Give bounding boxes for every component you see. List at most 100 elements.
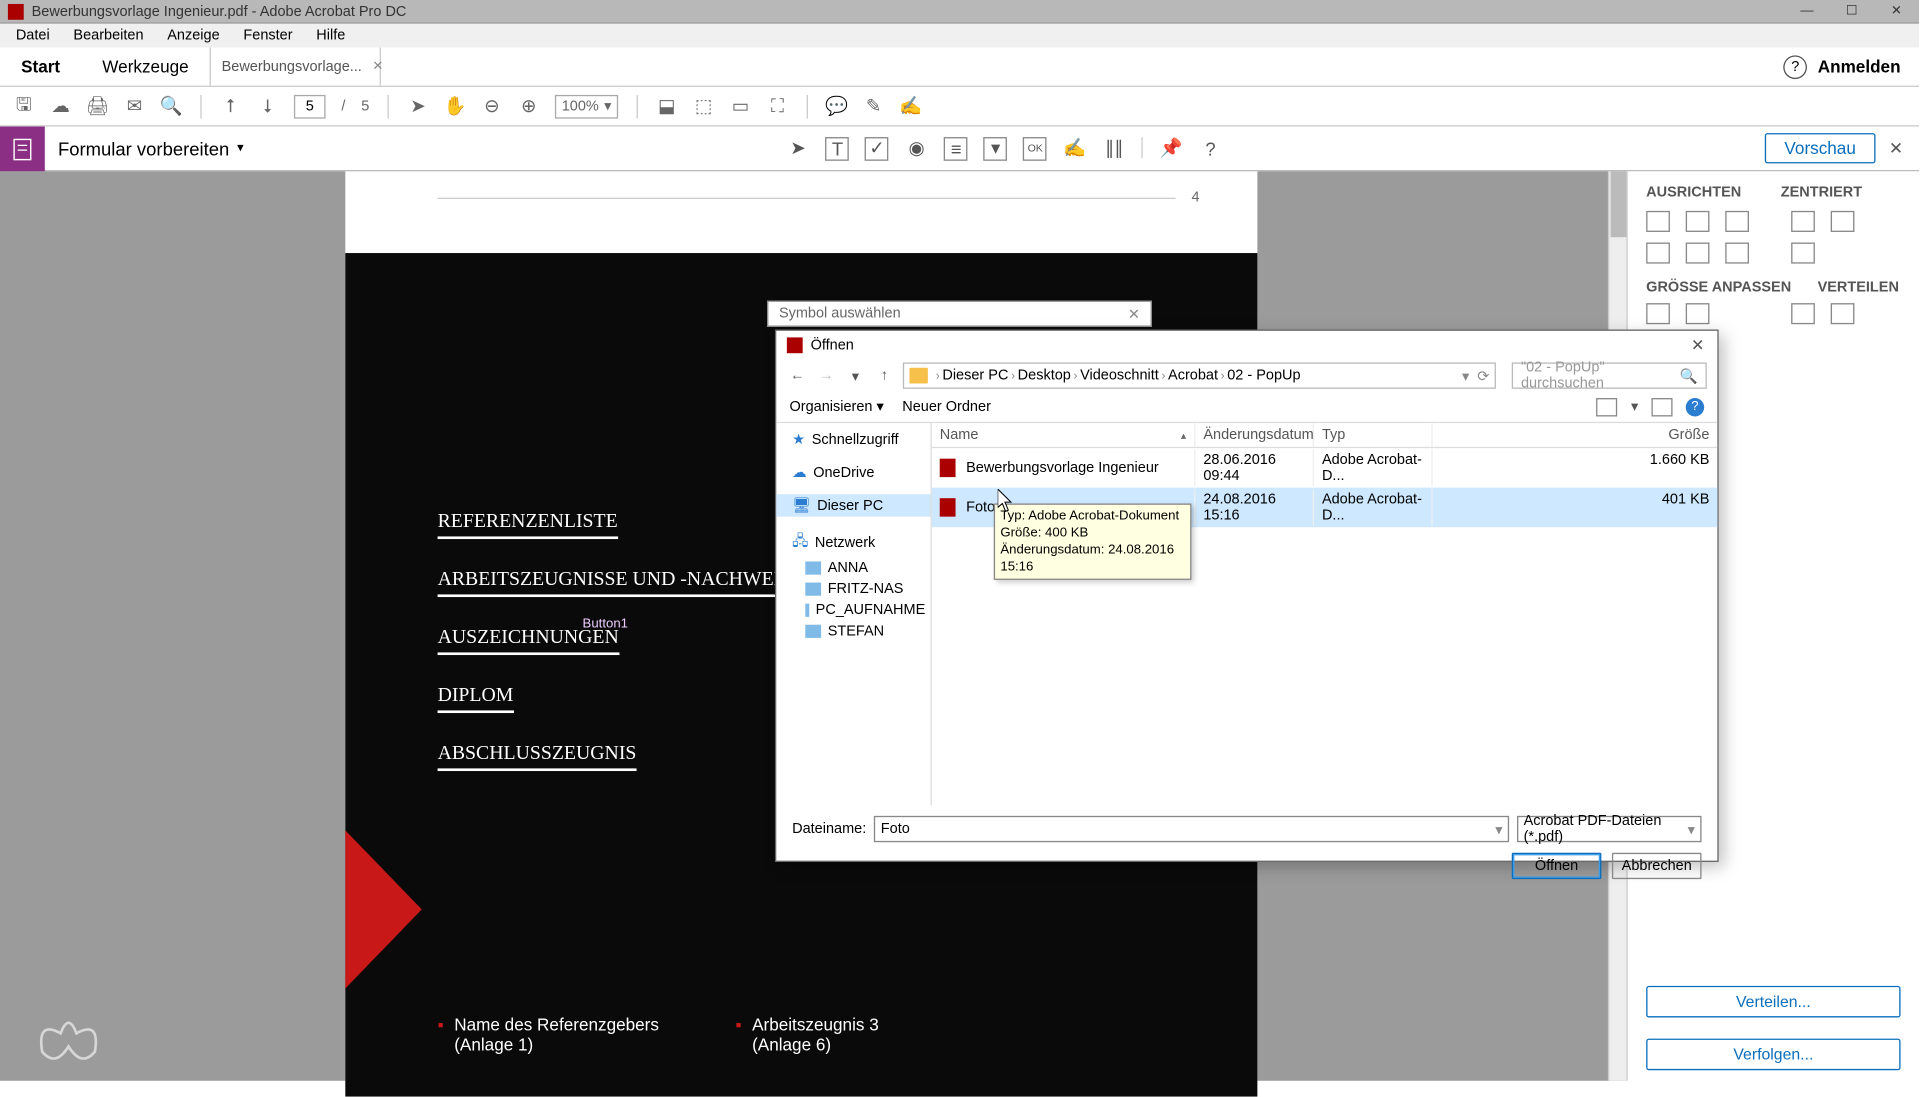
- tree-quickaccess[interactable]: ★Schnellzugriff: [776, 428, 930, 450]
- close-panel-button[interactable]: ✕: [1889, 138, 1903, 159]
- pointer-icon[interactable]: ➤: [408, 96, 429, 117]
- preview-button[interactable]: Vorschau: [1765, 133, 1876, 163]
- crumb-videoschnitt[interactable]: Videoschnitt: [1080, 368, 1159, 384]
- distribute-h-icon[interactable]: [1791, 303, 1815, 324]
- open-dialog-close-icon[interactable]: ✕: [1678, 336, 1718, 354]
- col-header-size[interactable]: Größe: [1433, 423, 1718, 447]
- match-width-icon[interactable]: [1646, 303, 1670, 324]
- tree-node-anna[interactable]: ANNA: [776, 558, 930, 579]
- cancel-button[interactable]: Abbrechen: [1612, 853, 1702, 879]
- dialog-help-icon[interactable]: ?: [1686, 397, 1704, 415]
- barcode-field-icon[interactable]: ∥∥: [1102, 136, 1126, 160]
- help-panel-icon[interactable]: ?: [1199, 136, 1223, 160]
- crumb-popup[interactable]: 02 - PopUp: [1227, 368, 1300, 384]
- file-row[interactable]: Bewerbungsvorlage Ingenieur 28.06.2016 0…: [932, 448, 1718, 488]
- center-h-icon[interactable]: [1791, 211, 1815, 232]
- selection-tool-icon[interactable]: ➤: [786, 136, 810, 160]
- signature-field-icon[interactable]: ✍: [1063, 136, 1087, 160]
- tree-onedrive[interactable]: ☁OneDrive: [776, 461, 930, 483]
- match-height-icon[interactable]: [1686, 303, 1710, 324]
- hand-icon[interactable]: ✋: [444, 96, 465, 117]
- col-header-date[interactable]: Änderungsdatum: [1195, 423, 1314, 447]
- fit-visible-icon[interactable]: ▭: [730, 96, 751, 117]
- crumb-desktop[interactable]: Desktop: [1018, 368, 1071, 384]
- fit-page-icon[interactable]: ⬚: [693, 96, 714, 117]
- signin-link[interactable]: Anmelden: [1818, 57, 1901, 77]
- breadcrumb[interactable]: › Dieser PC› Desktop› Videoschnitt› Acro…: [903, 362, 1496, 388]
- distribute-v-icon[interactable]: [1831, 303, 1855, 324]
- read-mode-icon[interactable]: ⛶: [767, 96, 788, 117]
- refresh-icon[interactable]: ⟳: [1477, 367, 1489, 384]
- zoom-in-icon[interactable]: ⊕: [518, 96, 539, 117]
- fit-width-icon[interactable]: ⬓: [656, 96, 677, 117]
- view-mode-icon[interactable]: [1597, 397, 1618, 415]
- align-vcenter-icon[interactable]: [1686, 243, 1710, 264]
- align-left-icon[interactable]: [1646, 211, 1670, 232]
- align-hcenter-icon[interactable]: [1686, 211, 1710, 232]
- new-folder-button[interactable]: Neuer Ordner: [902, 399, 991, 415]
- filetype-select[interactable]: Acrobat PDF-Dateien (*.pdf)▾: [1517, 816, 1702, 842]
- print-icon[interactable]: 🖨: [87, 96, 108, 117]
- minimize-button[interactable]: —: [1785, 0, 1830, 23]
- tree-node-stefan[interactable]: STEFAN: [776, 621, 930, 642]
- open-button[interactable]: Öffnen: [1512, 853, 1602, 879]
- page-current-input[interactable]: [294, 94, 326, 118]
- mail-icon[interactable]: ✉: [124, 96, 145, 117]
- cloud-icon[interactable]: ☁: [50, 96, 71, 117]
- comment-icon[interactable]: 💬: [826, 96, 847, 117]
- crumb-thispc[interactable]: Dieser PC: [942, 368, 1008, 384]
- nav-up-icon[interactable]: ↑: [874, 368, 895, 384]
- nav-recent-icon[interactable]: ▾: [845, 367, 866, 384]
- signature-icon[interactable]: ✍: [900, 96, 921, 117]
- tree-node-fritz[interactable]: FRITZ-NAS: [776, 579, 930, 600]
- breadcrumb-dropdown-icon[interactable]: ▾: [1462, 367, 1469, 384]
- save-icon[interactable]: 🖫: [13, 96, 34, 117]
- zoom-out-icon[interactable]: ⊖: [481, 96, 502, 117]
- center-v-icon[interactable]: [1831, 211, 1855, 232]
- dropdown-field-icon[interactable]: ▾: [984, 136, 1008, 160]
- align-right-icon[interactable]: [1725, 211, 1749, 232]
- view-drop-icon[interactable]: ▾: [1631, 397, 1638, 415]
- search-icon[interactable]: 🔍: [161, 96, 182, 117]
- align-top-icon[interactable]: [1646, 243, 1670, 264]
- crumb-acrobat[interactable]: Acrobat: [1168, 368, 1218, 384]
- track-button[interactable]: Verfolgen...: [1646, 1039, 1900, 1071]
- checkbox-field-icon[interactable]: ✓: [865, 136, 889, 160]
- pin-icon[interactable]: 📌: [1159, 136, 1183, 160]
- distribute-button[interactable]: Verteilen...: [1646, 986, 1900, 1018]
- tree-thispc[interactable]: 🖥Dieser PC: [776, 494, 930, 516]
- button-field-icon[interactable]: OK: [1023, 136, 1047, 160]
- help-icon[interactable]: ?: [1783, 55, 1807, 79]
- tab-start[interactable]: Start: [0, 47, 81, 85]
- menu-view[interactable]: Anzeige: [157, 26, 230, 44]
- tree-network[interactable]: 🖧Netzwerk: [776, 527, 930, 557]
- tree-node-pcaufnahme[interactable]: PC_AUFNAHME: [776, 600, 930, 621]
- menu-file[interactable]: Datei: [5, 26, 60, 44]
- menu-window[interactable]: Fenster: [233, 26, 303, 44]
- listbox-field-icon[interactable]: ≡: [944, 136, 968, 160]
- menu-help[interactable]: Hilfe: [306, 26, 356, 44]
- tab-tools[interactable]: Werkzeuge: [81, 47, 210, 85]
- form-prepare-title[interactable]: Formular vorbereiten▾: [58, 138, 244, 159]
- search-input[interactable]: "02 - PopUp" durchsuchen 🔍: [1512, 362, 1707, 388]
- nav-back-icon[interactable]: ←: [787, 368, 808, 384]
- maximize-button[interactable]: ☐: [1829, 0, 1874, 23]
- col-header-type[interactable]: Typ: [1314, 423, 1433, 447]
- page-up-icon[interactable]: ⭡: [220, 96, 241, 117]
- tab-document[interactable]: Bewerbungsvorlage... ✕: [210, 47, 381, 85]
- preview-pane-icon[interactable]: [1651, 397, 1672, 415]
- center-both-icon[interactable]: [1791, 243, 1815, 264]
- menu-edit[interactable]: Bearbeiten: [63, 26, 154, 44]
- page-down-icon[interactable]: ⭣: [257, 96, 278, 117]
- file-list: Name▴ Änderungsdatum Typ Größe Bewerbung…: [932, 423, 1718, 805]
- close-button[interactable]: ✕: [1874, 0, 1919, 23]
- highlight-icon[interactable]: ✎: [863, 96, 884, 117]
- symbol-dialog-close-icon[interactable]: ✕: [1128, 305, 1140, 322]
- text-field-icon[interactable]: T: [826, 136, 850, 160]
- zoom-select[interactable]: 100%▾: [555, 94, 618, 118]
- align-bottom-icon[interactable]: [1725, 243, 1749, 264]
- organize-button[interactable]: Organisieren ▾: [789, 398, 883, 415]
- filename-input[interactable]: Foto▾: [874, 816, 1509, 842]
- radio-field-icon[interactable]: ◉: [905, 136, 929, 160]
- col-header-name[interactable]: Name▴: [932, 423, 1196, 447]
